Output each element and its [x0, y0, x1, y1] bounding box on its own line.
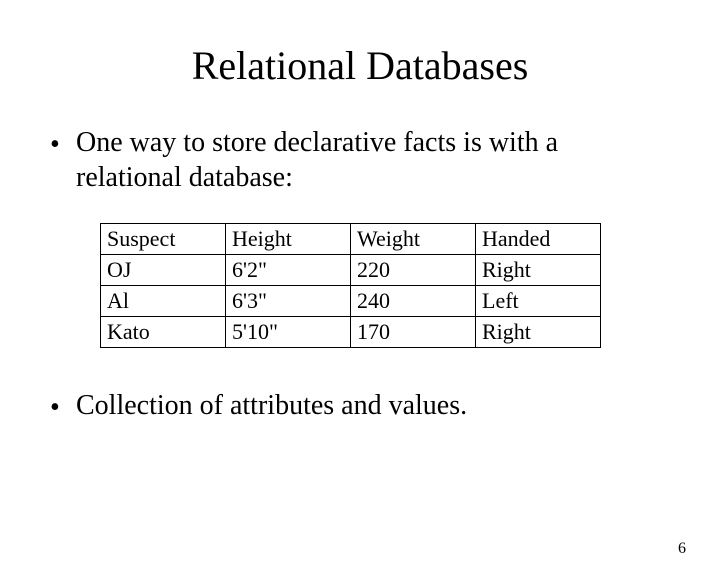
table-cell: Right: [476, 317, 601, 348]
page-number: 6: [678, 540, 686, 558]
table-cell: 6'2": [226, 255, 351, 286]
table-row: OJ 6'2" 220 Right: [101, 255, 601, 286]
table-cell: 170: [351, 317, 476, 348]
table-cell: 6'3": [226, 286, 351, 317]
bullet-list: • Collection of attributes and values.: [50, 388, 670, 425]
table-cell: 5'10": [226, 317, 351, 348]
bullet-text: One way to store declarative facts is wi…: [76, 125, 670, 195]
bullet-text: Collection of attributes and values.: [76, 388, 670, 423]
table-cell: Left: [476, 286, 601, 317]
table-cell: 240: [351, 286, 476, 317]
table-header-row: Suspect Height Weight Handed: [101, 224, 601, 255]
table-cell: 220: [351, 255, 476, 286]
table-header-cell: Height: [226, 224, 351, 255]
bullet-dot-icon: •: [50, 125, 76, 162]
table-header-cell: Weight: [351, 224, 476, 255]
table-cell: Kato: [101, 317, 226, 348]
table-cell: Right: [476, 255, 601, 286]
table-cell: Al: [101, 286, 226, 317]
table-cell: OJ: [101, 255, 226, 286]
bullet-item: • One way to store declarative facts is …: [50, 125, 670, 195]
slide: Relational Databases • One way to store …: [0, 42, 720, 582]
table-row: Kato 5'10" 170 Right: [101, 317, 601, 348]
data-table-wrap: Suspect Height Weight Handed OJ 6'2" 220…: [100, 223, 720, 348]
bullet-item: • Collection of attributes and values.: [50, 388, 670, 425]
table-row: Al 6'3" 240 Left: [101, 286, 601, 317]
data-table: Suspect Height Weight Handed OJ 6'2" 220…: [100, 223, 601, 348]
bullet-list: • One way to store declarative facts is …: [50, 125, 670, 195]
table-header-cell: Suspect: [101, 224, 226, 255]
page-title: Relational Databases: [0, 42, 720, 89]
table-header-cell: Handed: [476, 224, 601, 255]
bullet-dot-icon: •: [50, 388, 76, 425]
